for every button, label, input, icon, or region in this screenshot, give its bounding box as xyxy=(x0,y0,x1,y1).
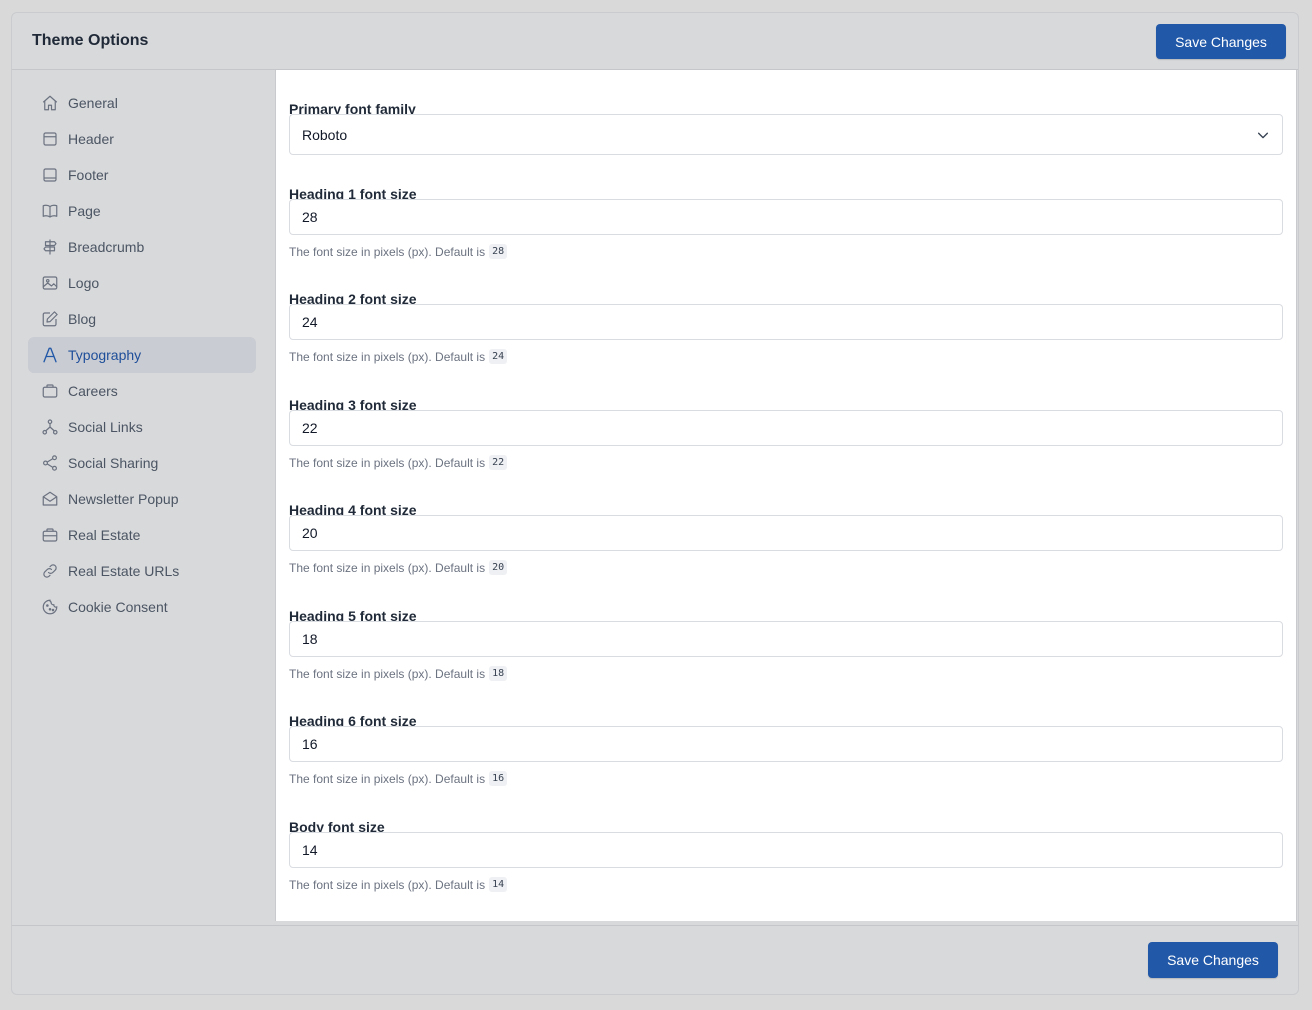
sidebar-item-cookie-consent[interactable]: Cookie Consent xyxy=(28,589,256,625)
cookie-icon xyxy=(41,598,59,616)
default-value: 24 xyxy=(489,349,508,364)
sidebar-item-label: Blog xyxy=(68,311,97,327)
sidebar-item-blog[interactable]: Blog xyxy=(28,301,256,337)
sidebar-nav: General Header Footer Page Breadcrumb Lo… xyxy=(28,85,256,625)
book-icon xyxy=(41,202,59,220)
heading-2-font-size-input[interactable] xyxy=(289,304,1283,340)
help-text: The font size in pixels (px). Default is xyxy=(289,244,486,259)
typography-icon xyxy=(41,346,59,364)
heading-6-help-text: The font size in pixels (px). Default is… xyxy=(289,771,508,786)
sidebar-item-label: Social Sharing xyxy=(68,455,159,471)
page-title: Theme Options xyxy=(32,32,149,49)
sidebar-item-label: Cookie Consent xyxy=(68,599,168,615)
sidebar-item-label: Social Links xyxy=(68,419,143,435)
sidebar-item-typography[interactable]: Typography xyxy=(28,337,256,373)
link-icon xyxy=(41,562,59,580)
sidebar-item-newsletter-popup[interactable]: Newsletter Popup xyxy=(28,481,256,517)
default-value: 20 xyxy=(489,560,508,575)
chevron-down-icon xyxy=(1257,132,1269,139)
sidebar-item-page[interactable]: Page xyxy=(28,193,256,229)
image-icon xyxy=(41,274,59,292)
sidebar-item-label: Logo xyxy=(68,275,100,291)
save-changes-button-top[interactable]: Save Changes xyxy=(1156,24,1286,59)
sidebar-item-label: Breadcrumb xyxy=(68,239,145,255)
sidebar-item-footer[interactable]: Footer xyxy=(28,157,256,193)
default-value: 16 xyxy=(489,771,508,786)
heading-1-help-text: The font size in pixels (px). Default is… xyxy=(289,244,508,259)
toolbox-icon xyxy=(41,526,59,544)
sidebar-item-careers[interactable]: Careers xyxy=(28,373,256,409)
top-bar: Theme Options Save Changes xyxy=(12,13,1298,70)
primary-font-family-select[interactable]: Roboto xyxy=(289,114,1283,155)
select-value: Roboto xyxy=(302,126,348,143)
sidebar-item-label: Careers xyxy=(68,383,118,399)
heading-6-font-size-input[interactable] xyxy=(289,726,1283,762)
default-value: 28 xyxy=(489,244,508,259)
sidebar-item-label: Typography xyxy=(68,347,142,363)
sidebar-item-label: Header xyxy=(68,131,114,147)
sidebar-item-real-estate-urls[interactable]: Real Estate URLs xyxy=(28,553,256,589)
help-text: The font size in pixels (px). Default is xyxy=(289,349,486,364)
heading-5-font-size-input[interactable] xyxy=(289,621,1283,657)
help-text: The font size in pixels (px). Default is xyxy=(289,455,486,470)
default-value: 22 xyxy=(489,455,508,470)
sidebar-item-label: Footer xyxy=(68,167,109,183)
heading-2-help-text: The font size in pixels (px). Default is… xyxy=(289,349,508,364)
mail-open-icon xyxy=(41,490,59,508)
sidebar-item-general[interactable]: General xyxy=(28,85,256,121)
signpost-icon xyxy=(41,238,59,256)
heading-3-font-size-input[interactable] xyxy=(289,410,1283,446)
help-text: The font size in pixels (px). Default is xyxy=(289,666,486,681)
help-text: The font size in pixels (px). Default is xyxy=(289,560,486,575)
edit-icon xyxy=(41,310,59,328)
layout-header-icon xyxy=(41,130,59,148)
body-font-size-input[interactable] xyxy=(289,832,1283,868)
heading-4-help-text: The font size in pixels (px). Default is… xyxy=(289,560,508,575)
network-icon xyxy=(41,418,59,436)
sidebar-item-label: General xyxy=(68,95,118,111)
theme-options-panel: Theme Options Save Changes General Heade… xyxy=(11,12,1299,995)
save-changes-button-bottom[interactable]: Save Changes xyxy=(1148,942,1278,978)
heading-3-help-text: The font size in pixels (px). Default is… xyxy=(289,455,508,470)
help-text: The font size in pixels (px). Default is xyxy=(289,771,486,786)
sidebar-item-label: Real Estate URLs xyxy=(68,563,180,579)
sidebar-item-label: Page xyxy=(68,203,101,219)
briefcase-icon xyxy=(41,382,59,400)
default-value: 14 xyxy=(489,877,508,892)
sidebar-item-logo[interactable]: Logo xyxy=(28,265,256,301)
default-value: 18 xyxy=(489,666,508,681)
layout-footer-icon xyxy=(41,166,59,184)
sidebar-item-header[interactable]: Header xyxy=(28,121,256,157)
sidebar-item-label: Real Estate xyxy=(68,527,141,543)
home-icon xyxy=(41,94,59,112)
bottom-bar: Save Changes xyxy=(12,925,1298,994)
body-help-text: The font size in pixels (px). Default is… xyxy=(289,877,508,892)
heading-5-help-text: The font size in pixels (px). Default is… xyxy=(289,666,508,681)
typography-settings-form: Primary font family Roboto Heading 1 fon… xyxy=(275,70,1297,921)
sidebar-item-real-estate[interactable]: Real Estate xyxy=(28,517,256,553)
help-text: The font size in pixels (px). Default is xyxy=(289,877,486,892)
sidebar-item-social-links[interactable]: Social Links xyxy=(28,409,256,445)
sidebar-item-social-sharing[interactable]: Social Sharing xyxy=(28,445,256,481)
heading-4-font-size-input[interactable] xyxy=(289,515,1283,551)
sidebar-item-label: Newsletter Popup xyxy=(68,491,179,507)
heading-1-font-size-input[interactable] xyxy=(289,199,1283,235)
sidebar-item-breadcrumb[interactable]: Breadcrumb xyxy=(28,229,256,265)
share-icon xyxy=(41,454,59,472)
